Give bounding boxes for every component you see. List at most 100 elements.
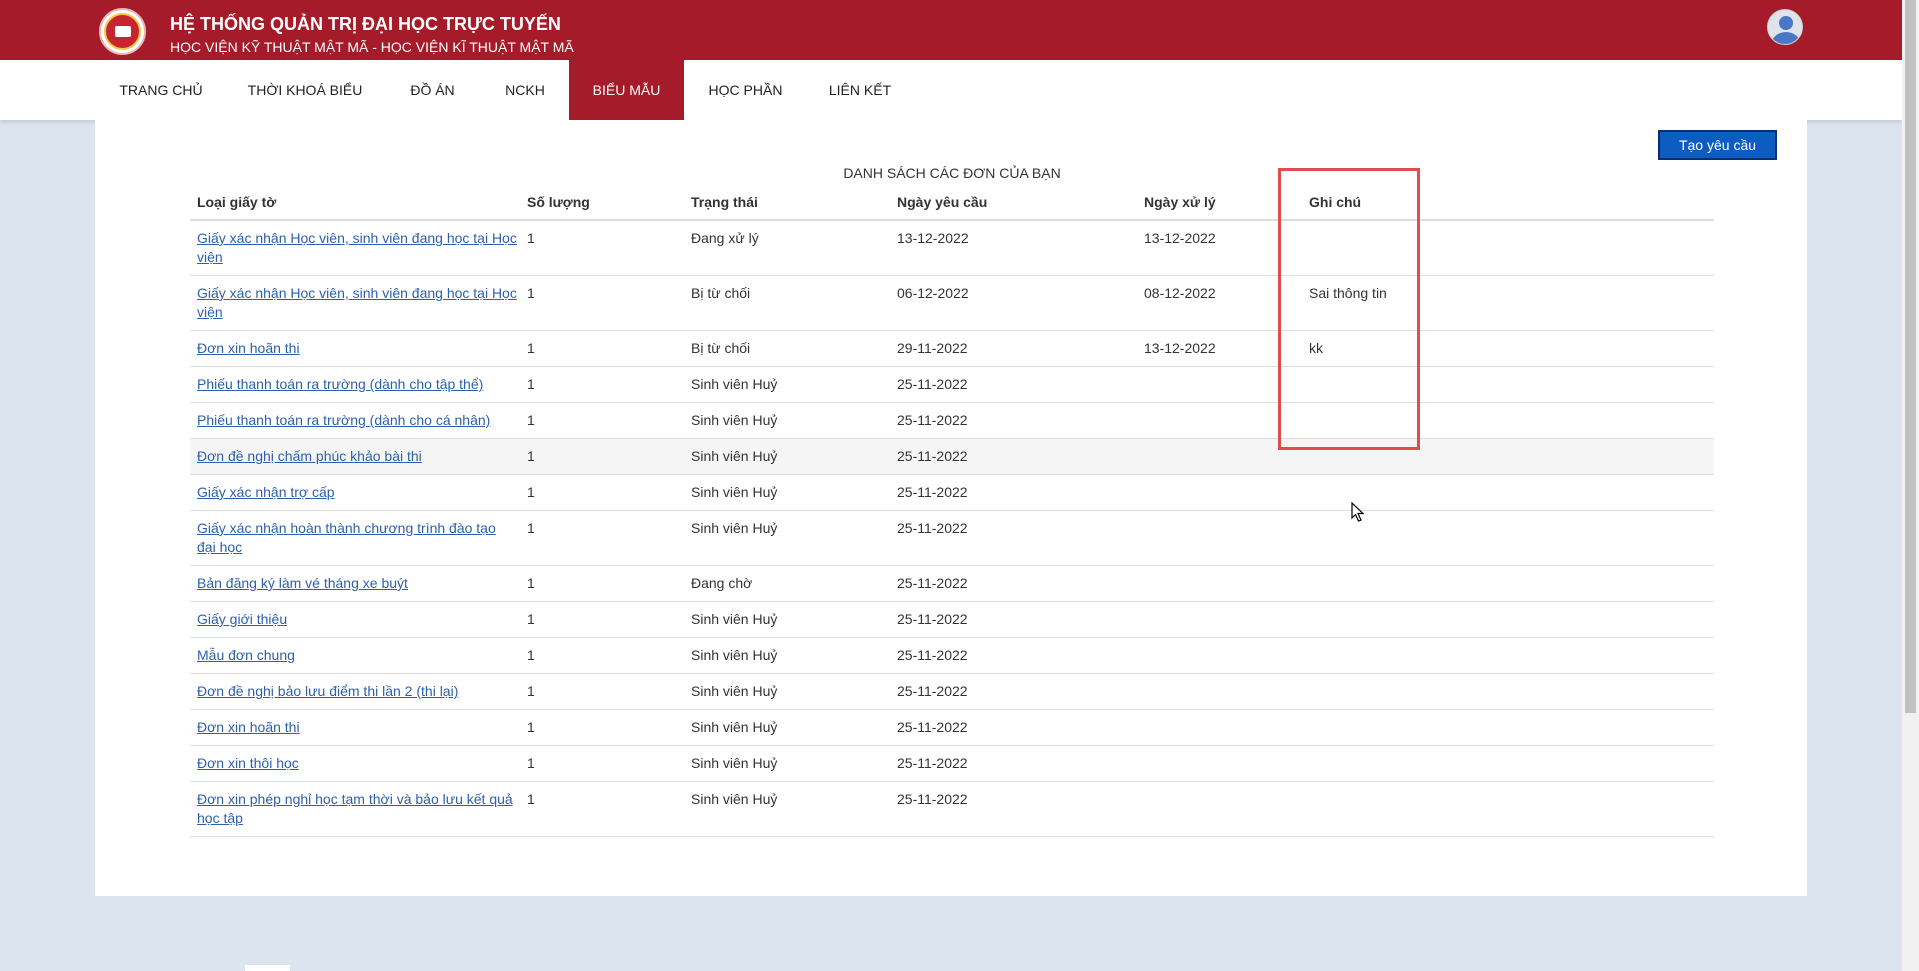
cell-quantity: 1 bbox=[527, 520, 535, 536]
cell-request-date: 25-11-2022 bbox=[897, 719, 968, 735]
doc-type-link[interactable]: Giấy xác nhận Học viên, sinh viên đang h… bbox=[197, 285, 517, 320]
table-row: Mẫu đơn chung 1 Sinh viên Huỷ 25-11-2022 bbox=[190, 638, 1714, 674]
cell-quantity: 1 bbox=[527, 791, 535, 807]
cell-quantity: 1 bbox=[527, 448, 535, 464]
cell-doc-type: Phiếu thanh toán ra trường (dành cho cá … bbox=[197, 411, 517, 430]
nav-item-do-an[interactable]: ĐỒ ÁN bbox=[395, 60, 470, 120]
cell-request-date: 25-11-2022 bbox=[897, 484, 968, 500]
nav-item-thoi-khoa-bieu[interactable]: THỜI KHOÁ BIỂU bbox=[235, 60, 375, 120]
cell-processed-date: 13-12-2022 bbox=[1144, 340, 1216, 356]
cell-request-date: 25-11-2022 bbox=[897, 376, 968, 392]
cell-status: Sinh viên Huỷ bbox=[691, 791, 778, 807]
doc-type-link[interactable]: Giấy xác nhận trợ cấp bbox=[197, 484, 335, 500]
nav-item-bieu-mau[interactable]: BIỂU MẪU bbox=[569, 60, 684, 120]
doc-type-link[interactable]: Đơn xin hoãn thi bbox=[197, 719, 300, 735]
cell-doc-type: Đơn xin phép nghỉ học tạm thời và bảo lư… bbox=[197, 790, 517, 828]
cell-quantity: 1 bbox=[527, 230, 535, 246]
table-caption: DANH SÁCH CÁC ĐƠN CỦA BẠN bbox=[843, 165, 1061, 181]
footer-tab bbox=[245, 965, 290, 971]
nav-item-nckh[interactable]: NCKH bbox=[490, 60, 560, 120]
cell-status: Sinh viên Huỷ bbox=[691, 484, 778, 500]
cell-doc-type: Đơn xin hoãn thi bbox=[197, 718, 517, 737]
cell-status: Sinh viên Huỷ bbox=[691, 376, 778, 392]
header-note: Ghi chú bbox=[1309, 194, 1362, 210]
doc-type-link[interactable]: Đơn xin thôi học bbox=[197, 755, 299, 771]
table-row: Giấy xác nhận hoàn thành chương trình đà… bbox=[190, 511, 1714, 566]
footer-area bbox=[0, 896, 1902, 971]
cell-doc-type: Đơn xin thôi học bbox=[197, 754, 517, 773]
cell-doc-type: Mẫu đơn chung bbox=[197, 646, 517, 665]
table-row: Đơn đề nghị bảo lưu điểm thi lần 2 (thi … bbox=[190, 674, 1714, 710]
cell-quantity: 1 bbox=[527, 285, 535, 301]
nav-item-lien-ket[interactable]: LIÊN KẾT bbox=[815, 60, 905, 120]
cell-status: Sinh viên Huỷ bbox=[691, 755, 778, 771]
cell-doc-type: Đơn xin hoãn thi bbox=[197, 339, 517, 358]
table-row: Đơn xin thôi học 1 Sinh viên Huỷ 25-11-2022 bbox=[190, 746, 1714, 782]
table-row: Giấy xác nhận Học viên, sinh viên đang h… bbox=[190, 276, 1714, 331]
doc-type-link[interactable]: Phiếu thanh toán ra trường (dành cho cá … bbox=[197, 412, 490, 428]
cell-request-date: 29-11-2022 bbox=[897, 340, 968, 356]
table-row: Đơn xin hoãn thi 1 Bị từ chối 29-11-2022 13-… bbox=[190, 331, 1714, 367]
table-header: Loại giấy tờ Số lượng Trạng thái Ngày yê… bbox=[190, 185, 1714, 221]
doc-type-link[interactable]: Mẫu đơn chung bbox=[197, 647, 295, 663]
cell-quantity: 1 bbox=[527, 683, 535, 699]
site-title: HỆ THỐNG QUẢN TRỊ ĐẠI HỌC TRỰC TUYẾN bbox=[170, 14, 561, 34]
vertical-scrollbar[interactable] bbox=[1902, 0, 1919, 971]
cell-request-date: 25-11-2022 bbox=[897, 412, 968, 428]
cell-request-date: 25-11-2022 bbox=[897, 683, 968, 699]
cell-status: Bị từ chối bbox=[691, 285, 751, 301]
cell-request-date: 13-12-2022 bbox=[897, 230, 969, 246]
academy-logo-icon[interactable] bbox=[99, 8, 146, 55]
scrollbar-thumb[interactable] bbox=[1905, 0, 1916, 713]
table-row: Bản đăng ký làm vé tháng xe buýt 1 Đang ch… bbox=[190, 566, 1714, 602]
doc-type-link[interactable]: Đơn xin hoãn thi bbox=[197, 340, 300, 356]
doc-type-link[interactable]: Giấy xác nhận Học viên, sinh viên đang h… bbox=[197, 230, 517, 265]
nav-item-trang-chu[interactable]: TRANG CHỦ bbox=[100, 60, 222, 120]
cell-request-date: 06-12-2022 bbox=[897, 285, 969, 301]
cell-note: kk bbox=[1309, 340, 1323, 356]
doc-type-link[interactable]: Phiếu thanh toán ra trường (dành cho tập… bbox=[197, 376, 483, 392]
doc-type-link[interactable]: Đơn xin phép nghỉ học tạm thời và bảo lư… bbox=[197, 791, 513, 826]
main-nav: TRANG CHỦ THỜI KHOÁ BIỂU ĐỒ ÁN NCKH BIỂU… bbox=[0, 60, 1902, 120]
cell-processed-date: 13-12-2022 bbox=[1144, 230, 1216, 246]
cell-request-date: 25-11-2022 bbox=[897, 448, 968, 464]
requests-table: Loại giấy tờ Số lượng Trạng thái Ngày yê… bbox=[190, 185, 1714, 837]
cell-status: Sinh viên Huỷ bbox=[691, 448, 778, 464]
cell-status: Đang xử lý bbox=[691, 230, 759, 246]
cell-request-date: 25-11-2022 bbox=[897, 520, 968, 536]
table-row: Đơn đề nghị chấm phúc khảo bài thi 1 Sinh … bbox=[190, 439, 1714, 475]
table-row: Đơn xin hoãn thi 1 Sinh viên Huỷ 25-11-2022 bbox=[190, 710, 1714, 746]
cell-quantity: 1 bbox=[527, 755, 535, 771]
cell-status: Bị từ chối bbox=[691, 340, 751, 356]
cell-request-date: 25-11-2022 bbox=[897, 791, 968, 807]
user-avatar-icon[interactable] bbox=[1767, 9, 1803, 45]
cell-doc-type: Giấy xác nhận Học viên, sinh viên đang h… bbox=[197, 284, 517, 322]
cell-status: Sinh viên Huỷ bbox=[691, 719, 778, 735]
nav-item-hoc-phan[interactable]: HỌC PHẦN bbox=[697, 60, 794, 120]
cell-request-date: 25-11-2022 bbox=[897, 647, 968, 663]
top-header: HỆ THỐNG QUẢN TRỊ ĐẠI HỌC TRỰC TUYẾN HỌC… bbox=[0, 0, 1902, 60]
cell-doc-type: Phiếu thanh toán ra trường (dành cho tập… bbox=[197, 375, 517, 394]
table-row: Giấy giới thiệu 1 Sinh viên Huỷ 25-11-2022 bbox=[190, 602, 1714, 638]
doc-type-link[interactable]: Đơn đề nghị chấm phúc khảo bài thi bbox=[197, 448, 422, 464]
cell-quantity: 1 bbox=[527, 412, 535, 428]
table-row: Phiếu thanh toán ra trường (dành cho cá … bbox=[190, 403, 1714, 439]
cell-status: Đang chờ bbox=[691, 575, 753, 591]
header-status: Trạng thái bbox=[691, 194, 758, 210]
header-quantity: Số lượng bbox=[527, 194, 590, 210]
cell-status: Sinh viên Huỷ bbox=[691, 683, 778, 699]
doc-type-link[interactable]: Giấy xác nhận hoàn thành chương trình đà… bbox=[197, 520, 496, 555]
cell-status: Sinh viên Huỷ bbox=[691, 412, 778, 428]
header-doc-type: Loại giấy tờ bbox=[197, 194, 277, 210]
table-row: Phiếu thanh toán ra trường (dành cho tập… bbox=[190, 367, 1714, 403]
create-request-button[interactable]: Tạo yêu cầu bbox=[1658, 130, 1777, 160]
table-row: Đơn xin phép nghỉ học tạm thời và bảo lư… bbox=[190, 782, 1714, 837]
cell-doc-type: Bản đăng ký làm vé tháng xe buýt bbox=[197, 574, 517, 593]
site-subtitle: HỌC VIỆN KỸ THUẬT MẬT MÃ - HỌC VIỆN KĨ T… bbox=[170, 39, 574, 55]
cell-request-date: 25-11-2022 bbox=[897, 575, 968, 591]
doc-type-link[interactable]: Giấy giới thiệu bbox=[197, 611, 287, 627]
doc-type-link[interactable]: Bản đăng ký làm vé tháng xe buýt bbox=[197, 575, 408, 591]
doc-type-link[interactable]: Đơn đề nghị bảo lưu điểm thi lần 2 (thi … bbox=[197, 683, 458, 699]
header-request-date: Ngày yêu cầu bbox=[897, 194, 988, 210]
cell-request-date: 25-11-2022 bbox=[897, 611, 968, 627]
